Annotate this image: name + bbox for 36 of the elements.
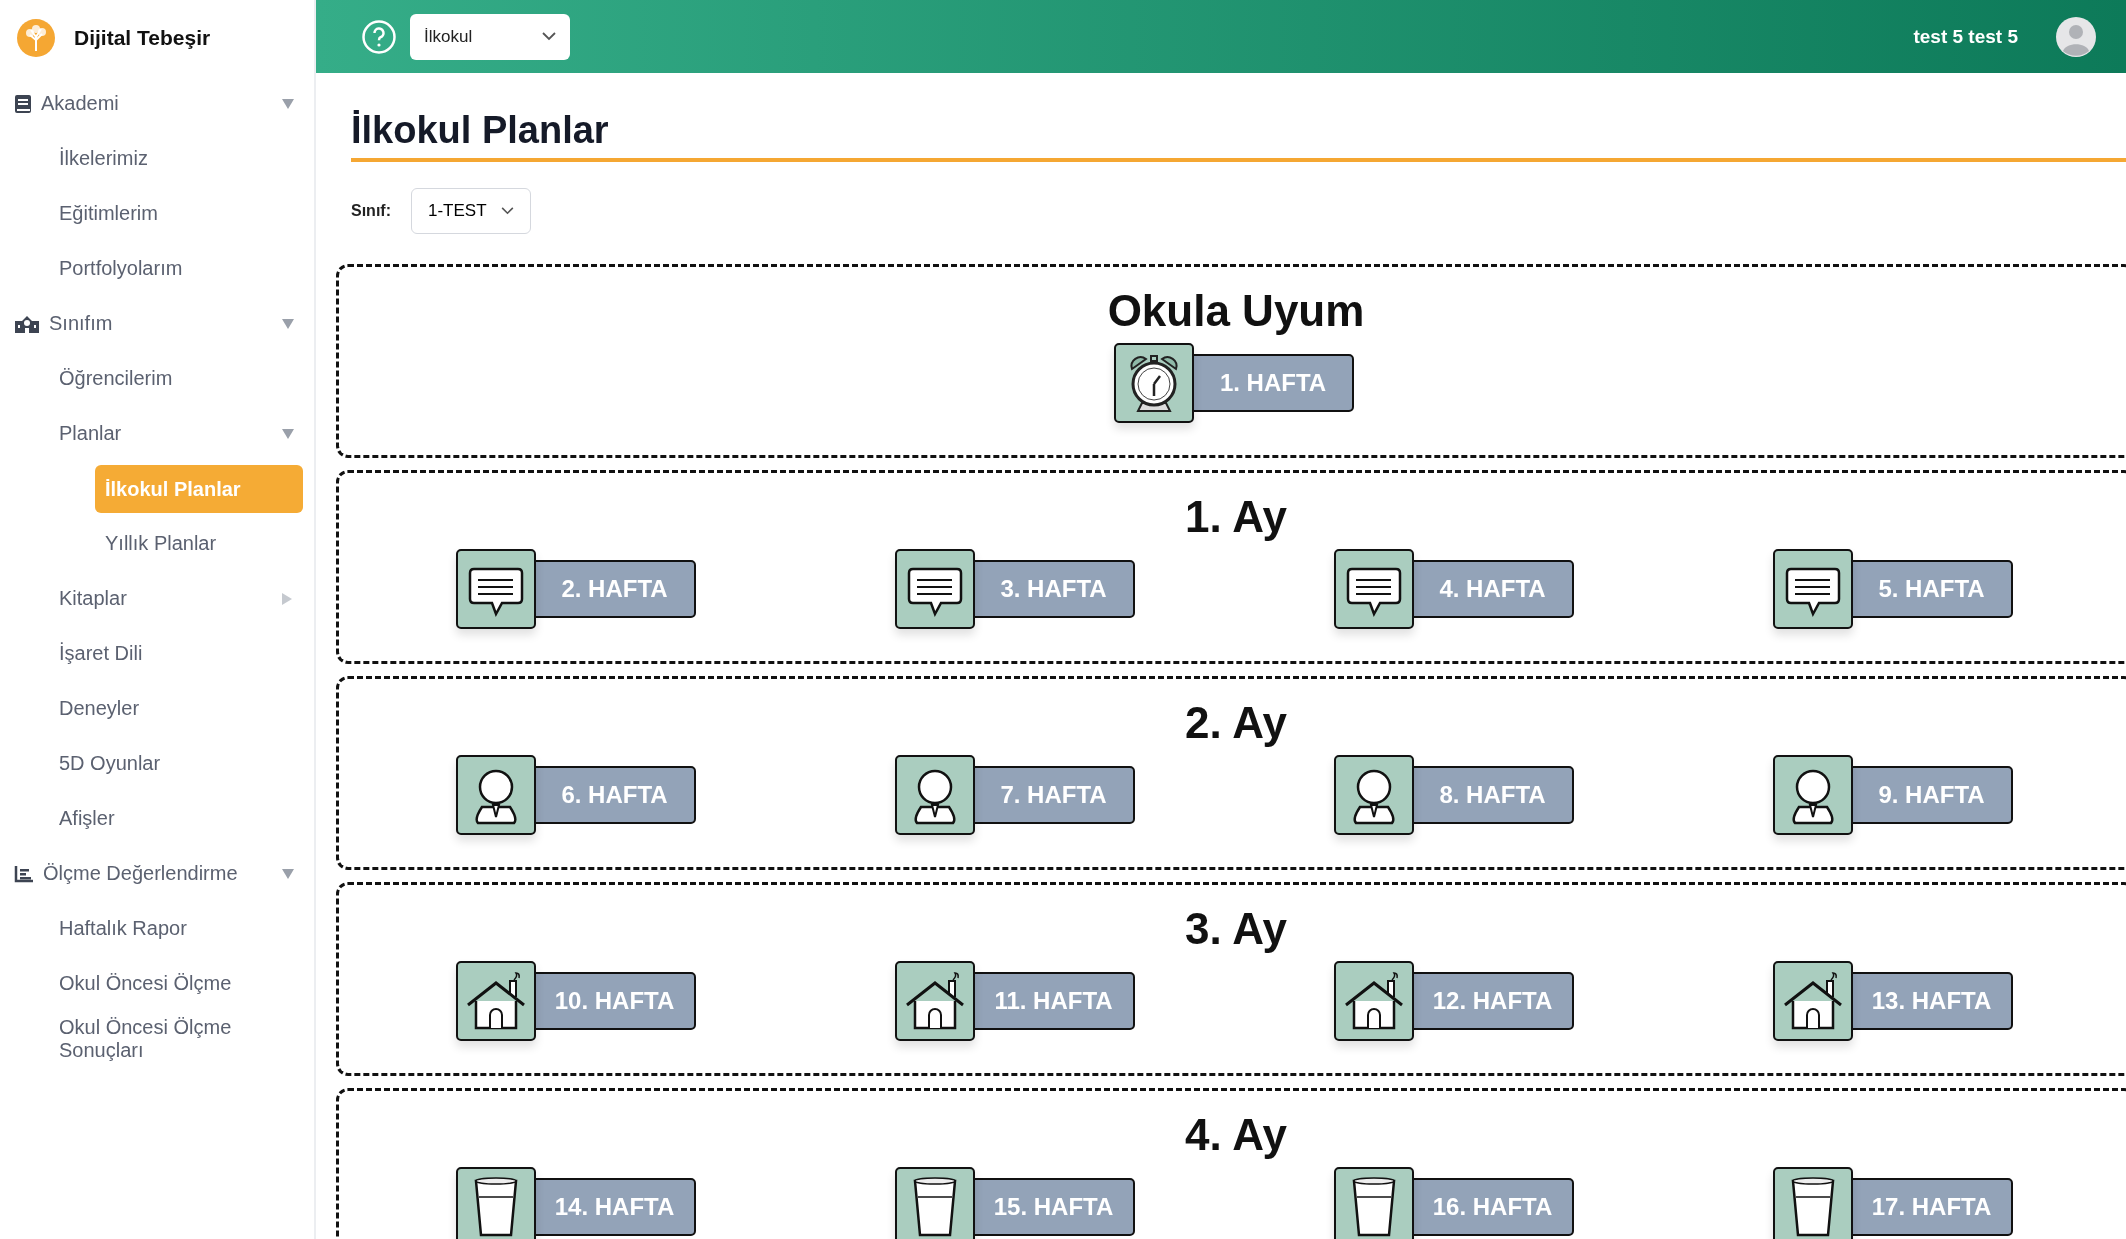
class-label: Sınıf:: [351, 202, 391, 220]
chart-icon: [14, 864, 34, 883]
section-title: 4. Ay: [1185, 1111, 1287, 1159]
chevron-down-icon: [501, 207, 514, 215]
sidebar-item[interactable]: Afişler: [0, 791, 314, 846]
sidebar-item[interactable]: Eğitimlerim: [0, 186, 314, 241]
help-icon[interactable]: [362, 19, 396, 54]
section-title: Okula Uyum: [1107, 287, 1365, 335]
sidebar-item[interactable]: Sınıfım: [0, 296, 314, 351]
school-icon: [14, 313, 40, 334]
avatar-icon[interactable]: [2056, 16, 2096, 57]
section-title: 3. Ay: [1185, 905, 1287, 953]
page-title: İlkokul Planlar: [351, 109, 2126, 162]
sidebar-item[interactable]: İşaret Dili: [0, 626, 314, 681]
sidebar-item[interactable]: Haftalık Rapor: [0, 901, 314, 956]
chevron-down-icon: [542, 32, 556, 41]
user-name: test 5 test 5: [1913, 25, 2018, 48]
sidebar-item[interactable]: Portfolyolarım: [0, 241, 314, 296]
section-title: 1. Ay: [1185, 493, 1287, 541]
sidebar-item[interactable]: İlkelerimiz: [0, 131, 314, 186]
sidebar-item[interactable]: Deneyler: [0, 681, 314, 736]
brand-name: Dijital Tebeşir: [74, 26, 211, 50]
sidebar-item[interactable]: Kitaplar: [0, 571, 314, 626]
sidebar-item[interactable]: 5D Oyunlar: [0, 736, 314, 791]
sidebar-item[interactable]: Ölçme Değerlendirme: [0, 846, 314, 901]
sidebar-item[interactable]: Planlar: [0, 406, 314, 461]
tree-logo-icon: [16, 18, 56, 58]
sidebar-item[interactable]: Yıllık Planlar: [95, 516, 303, 571]
sidebar-item[interactable]: Okul Öncesi Ölçme Sonuçları: [0, 1011, 314, 1066]
class-dropdown[interactable]: 1-TEST: [411, 188, 531, 234]
section-title: 2. Ay: [1185, 699, 1287, 747]
book-icon: [14, 93, 32, 114]
sidebar-item[interactable]: Akademi: [0, 76, 314, 131]
sidebar-item[interactable]: Öğrencilerim: [0, 351, 314, 406]
level-dropdown[interactable]: İlkokul: [410, 13, 570, 60]
sidebar-item[interactable]: Okul Öncesi Ölçme: [0, 956, 314, 1011]
